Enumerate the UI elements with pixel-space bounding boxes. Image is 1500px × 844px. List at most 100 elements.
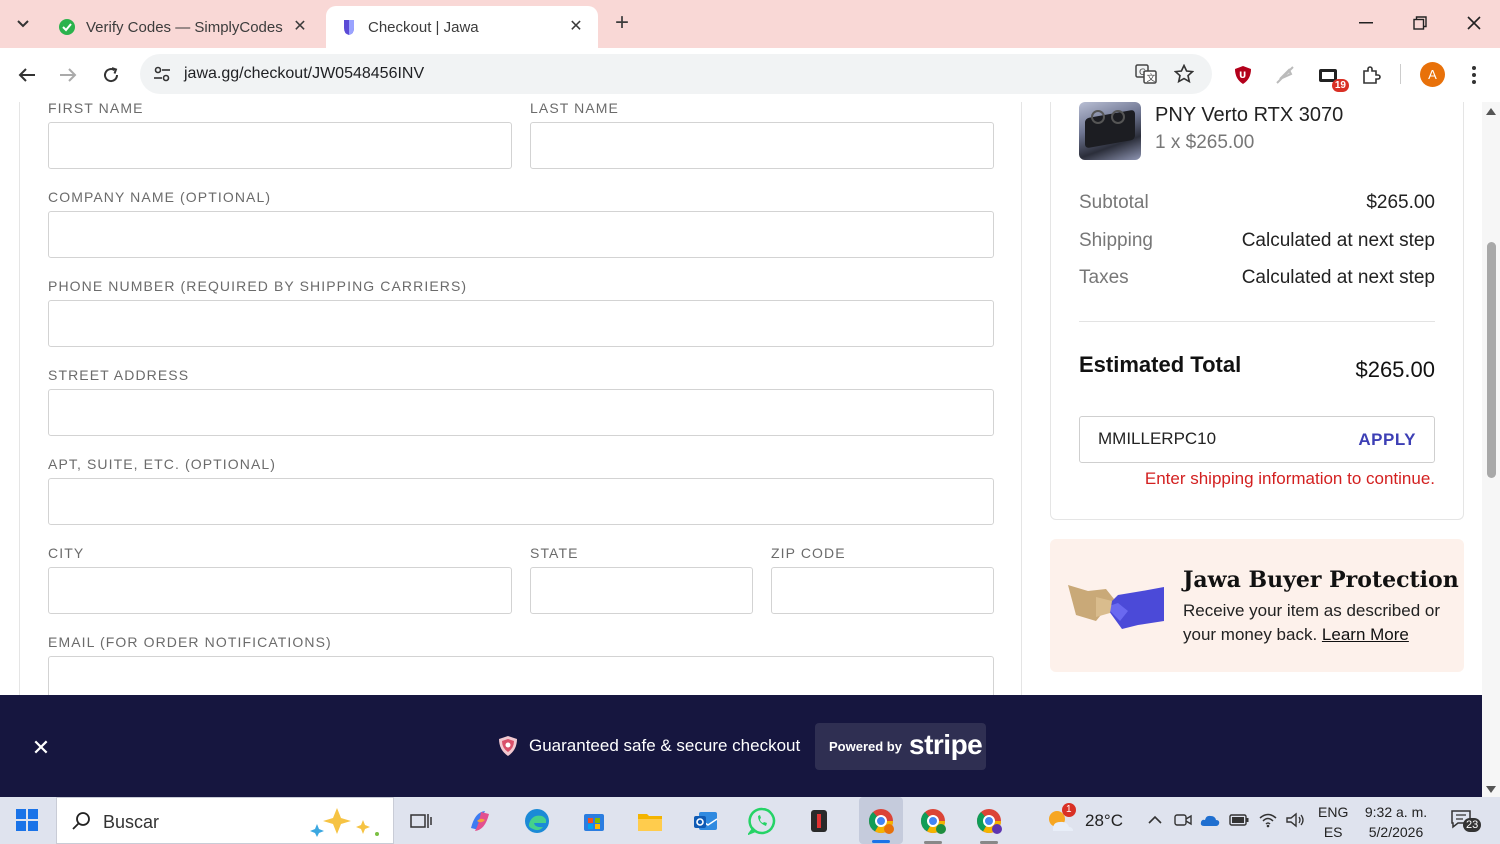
handshake-icon [1068,585,1164,629]
translate-icon[interactable]: G文 [1134,62,1158,86]
email-input[interactable] [48,656,994,695]
simplycodes-favicon-icon [58,18,76,36]
show-hidden-icons-chevron-icon[interactable] [1145,810,1165,830]
windows-start-icon[interactable] [16,809,38,831]
first-name-input[interactable] [48,122,512,169]
extension-with-badge-icon[interactable]: 19 [1313,60,1349,92]
back-arrow-icon [18,68,35,82]
secure-checkout-bar: ✕ Guaranteed safe & secure checkout Powe… [0,695,1482,797]
email-label: EMAIL (FOR ORDER NOTIFICATIONS) [48,634,332,650]
restore-button[interactable] [1400,8,1440,38]
learn-more-link[interactable]: Learn More [1322,625,1409,644]
close-banner-icon[interactable]: ✕ [30,737,52,759]
buyer-protection-title: Jawa Buyer Protection [1183,567,1459,593]
clock-time: 9:32 a. m. [1364,804,1428,820]
bookmark-star-icon[interactable] [1172,62,1196,86]
city-label: CITY [48,545,85,561]
copilot-icon[interactable] [464,805,496,837]
last-name-input[interactable] [530,122,994,169]
close-window-button[interactable] [1454,8,1494,38]
file-explorer-icon[interactable] [634,805,666,837]
search-placeholder: Buscar [103,812,160,832]
reload-button[interactable] [96,60,126,90]
last-name-label: LAST NAME [530,102,619,116]
task-view-icon[interactable] [405,805,437,837]
taskbar-search-box[interactable]: Buscar [56,797,394,844]
scroll-down-arrow-icon[interactable] [1486,786,1496,793]
svg-text:U: U [1239,71,1246,81]
search-highlight-sparkle-icon [310,808,379,837]
battery-icon[interactable] [1229,810,1249,830]
tab-search-button[interactable] [8,10,38,38]
apt-input[interactable] [48,478,994,525]
tab-jawa-checkout[interactable]: Checkout | Jawa ✕ [326,6,598,48]
svg-text:文: 文 [1147,72,1156,84]
chrome-profile-n-icon[interactable] [973,805,1005,844]
profile-avatar[interactable]: A [1420,62,1445,87]
minimize-button[interactable] [1346,8,1386,38]
reload-icon [104,67,119,83]
forward-arrow-icon [60,68,77,82]
address-bar[interactable]: jawa.gg/checkout/JW0548456INV G文 [140,54,1212,94]
volume-icon[interactable] [1285,810,1305,830]
coupon-field: APPLY [1079,416,1435,463]
first-name-label: FIRST NAME [48,102,144,116]
zip-label: ZIP CODE [771,545,846,561]
shield-icon [499,736,517,756]
apply-coupon-button[interactable]: APPLY [1358,430,1416,450]
subtotal-label: Subtotal [1079,192,1149,213]
weather-temperature[interactable]: 28°C [1085,811,1123,831]
active-app-indicator [872,840,890,843]
browser-menu-icon[interactable] [1459,60,1489,90]
tab-simplycodes[interactable]: Verify Codes — SimplyCodes ✕ [44,6,322,48]
order-summary: PNY Verto RTX 3070 1 x $265.00 Subtotal … [1050,102,1464,520]
whatsapp-icon[interactable] [746,805,778,837]
new-tab-button[interactable]: + [608,10,636,38]
language-code: ENG [1318,804,1349,820]
street-input[interactable] [48,389,994,436]
coupon-input[interactable] [1098,429,1338,449]
page-scrollbar[interactable] [1482,102,1500,797]
notification-center-icon[interactable]: 23 [1450,809,1482,833]
search-icon [72,812,90,830]
chrome-profile-a-icon[interactable] [859,797,903,844]
feather-extension-icon[interactable] [1270,60,1300,90]
weather-widget-icon[interactable]: 1 [1044,803,1076,837]
phone-input[interactable] [48,300,994,347]
forward-button[interactable] [53,60,83,90]
state-input[interactable] [530,567,753,614]
microsoft-store-icon[interactable] [578,805,610,837]
wifi-icon[interactable] [1258,810,1278,830]
system-clock[interactable]: 9:32 a. m. 5/2/2026 [1362,802,1430,842]
scroll-up-arrow-icon[interactable] [1486,108,1496,115]
powered-by-stripe-badge[interactable]: Powered by stripe [815,723,986,770]
windows-taskbar: Buscar 1 28°C ENG ES 9:32 a. m. 5/2/2026… [0,797,1500,844]
company-label: COMPANY NAME (OPTIONAL) [48,189,272,205]
outlook-icon[interactable] [690,805,722,837]
close-tab-icon[interactable]: ✕ [566,17,586,37]
product-quantity-price: 1 x $265.00 [1155,132,1255,153]
onedrive-cloud-icon[interactable] [1200,810,1220,830]
extensions-puzzle-icon[interactable] [1356,60,1386,90]
scrollbar-thumb[interactable] [1487,242,1496,478]
meet-camera-icon[interactable] [1173,810,1193,830]
tab-title: Verify Codes — SimplyCodes [86,18,283,36]
zip-input[interactable] [771,567,994,614]
city-input[interactable] [48,567,512,614]
company-input[interactable] [48,211,994,258]
input-language-indicator[interactable]: ENG ES [1318,802,1348,842]
edge-browser-icon[interactable] [521,805,553,837]
powered-by-label: Powered by [829,739,902,754]
shipping-error-message: Enter shipping information to continue. [1144,469,1435,488]
back-button[interactable] [12,60,42,90]
tab-title: Checkout | Jawa [368,18,479,36]
ublock-extension-icon[interactable]: U [1228,60,1258,90]
chrome-profile-m-icon[interactable] [917,805,949,844]
jawa-favicon-icon [340,18,358,36]
weather-alert-badge: 1 [1062,803,1076,817]
site-info-icon[interactable] [148,60,176,88]
url-text[interactable]: jawa.gg/checkout/JW0548456INV [184,65,424,83]
close-tab-icon[interactable]: ✕ [290,17,310,37]
app-red-icon[interactable] [803,805,835,837]
shipping-value: Calculated at next step [1241,230,1435,251]
